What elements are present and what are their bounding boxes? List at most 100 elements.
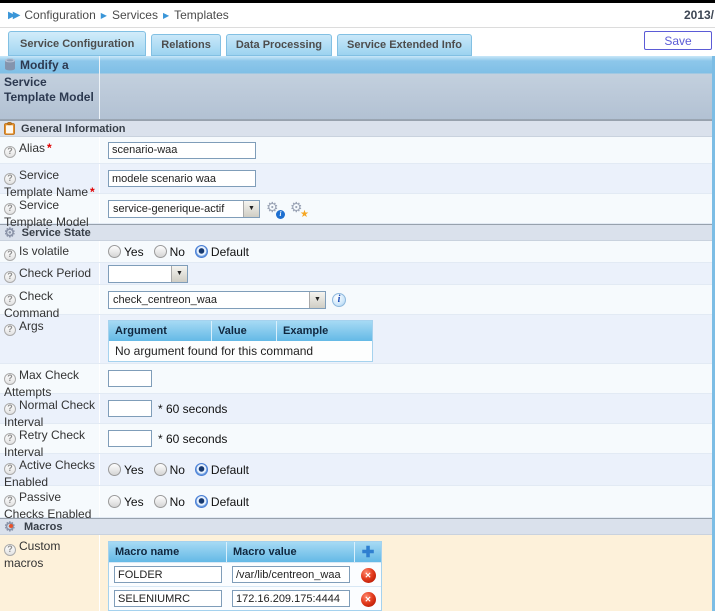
field-row-service-template-name: ?Service Template Name* — [0, 164, 712, 194]
template-edit-gear-icon[interactable]: ⚙ ★ — [290, 201, 308, 217]
help-icon[interactable]: ? — [4, 294, 16, 306]
delete-macro-icon[interactable]: ✕ — [361, 592, 376, 607]
field-row-max-check-attempts: ?Max Check Attempts — [0, 364, 712, 394]
macros-col-name: Macro name — [109, 542, 227, 562]
help-icon[interactable]: ? — [4, 463, 16, 475]
breadcrumb: ▶▶ Configuration ▶ Services ▶ Templates … — [0, 3, 715, 28]
radio-icon — [195, 495, 208, 508]
radio-label: Yes — [124, 463, 144, 477]
radio-icon — [195, 463, 208, 476]
retry-check-interval-label: ?Retry Check Interval — [0, 424, 100, 453]
max-check-attempts-label: ?Max Check Attempts — [0, 364, 100, 393]
macro-row: ✕ — [109, 586, 381, 610]
radio-option-default[interactable]: Default — [195, 463, 249, 477]
help-icon[interactable]: ? — [4, 495, 16, 507]
args-label: ?Args — [0, 315, 100, 363]
help-icon[interactable]: ? — [4, 271, 16, 283]
tab-data-processing[interactable]: Data Processing — [226, 34, 332, 56]
label-text: Args — [19, 319, 44, 333]
selected-value: service-generique-actif — [109, 201, 243, 217]
help-icon[interactable]: ? — [4, 544, 16, 556]
alias-label: ?Alias* — [0, 137, 100, 163]
help-icon[interactable]: ? — [4, 403, 16, 415]
tab-relations[interactable]: Relations — [151, 34, 221, 56]
radio-label: Yes — [124, 495, 144, 509]
radio-icon — [108, 495, 121, 508]
field-row-is-volatile: ?Is volatile Yes No Default — [0, 241, 712, 263]
selected-value: check_centreon_waa — [109, 292, 309, 308]
macro-name-input-0[interactable] — [114, 566, 222, 583]
radio-option-default[interactable]: Default — [195, 245, 249, 259]
tab-service-configuration[interactable]: Service Configuration — [8, 31, 146, 56]
add-macro-icon[interactable]: ✚ — [362, 544, 375, 561]
service-template-name-input[interactable] — [108, 170, 256, 187]
radio-label: Default — [211, 463, 249, 477]
macro-value-input-0[interactable] — [232, 566, 350, 583]
section-title: General Information — [21, 123, 126, 135]
radio-option-default[interactable]: Default — [195, 495, 249, 509]
field-row-normal-check-interval: ?Normal Check Interval * 60 seconds — [0, 394, 712, 424]
label-text: Check Period — [19, 266, 91, 280]
custom-macros-label: ?Custom macros — [0, 535, 100, 611]
field-row-passive-checks-enabled: ?Passive Checks Enabled Yes No Default — [0, 486, 712, 518]
radio-option-yes[interactable]: Yes — [108, 463, 144, 477]
normal-check-interval-input[interactable] — [108, 400, 152, 417]
radio-icon — [108, 245, 121, 258]
label-text: Is volatile — [19, 244, 69, 258]
breadcrumb-templates[interactable]: Templates — [174, 8, 229, 22]
check-period-select[interactable]: ▼ — [108, 265, 188, 283]
info-badge-icon: i — [276, 210, 285, 219]
help-icon[interactable]: ? — [4, 433, 16, 445]
field-row-active-checks-enabled: ?Active Checks Enabled Yes No Default — [0, 454, 712, 486]
radio-option-no[interactable]: No — [154, 245, 185, 259]
macros-table: Macro name Macro value ✚ ✕ — [108, 541, 382, 611]
service-template-model-select[interactable]: service-generique-actif ▼ — [108, 200, 260, 218]
dropdown-arrow-icon: ▼ — [171, 266, 187, 282]
help-icon[interactable]: ? — [4, 249, 16, 261]
service-template-name-label: ?Service Template Name* — [0, 164, 100, 193]
radio-option-yes[interactable]: Yes — [108, 245, 144, 259]
command-info-icon[interactable]: i — [332, 293, 346, 307]
field-row-args: ?Args Argument Value Example No argument… — [0, 315, 712, 364]
max-check-attempts-input[interactable] — [108, 370, 152, 387]
field-row-custom-macros: ?Custom macros Macro name Macro value ✚ — [0, 535, 712, 611]
save-button[interactable]: Save — [644, 31, 712, 50]
help-icon[interactable]: ? — [4, 324, 16, 336]
help-icon[interactable]: ? — [4, 173, 16, 185]
section-general-information: General Information — [0, 120, 712, 137]
normal-check-interval-label: ?Normal Check Interval — [0, 394, 100, 423]
selected-value — [109, 266, 171, 282]
centreon-config-screen: ▶▶ Configuration ▶ Services ▶ Templates … — [0, 0, 715, 612]
radio-icon — [108, 463, 121, 476]
field-row-service-template-model: ?Service Template Model service-generiqu… — [0, 194, 712, 224]
interval-suffix: * 60 seconds — [158, 402, 227, 416]
radio-option-no[interactable]: No — [154, 495, 185, 509]
breadcrumb-separator-icon: ▶ — [101, 11, 107, 20]
service-template-model-label: ?Service Template Model — [0, 194, 100, 223]
database-icon — [4, 58, 16, 75]
breadcrumb-services[interactable]: Services — [112, 8, 158, 22]
check-command-select[interactable]: check_centreon_waa ▼ — [108, 291, 326, 309]
template-info-gear-icon[interactable]: ⚙ i — [266, 201, 284, 217]
delete-macro-icon[interactable]: ✕ — [361, 568, 376, 583]
retry-check-interval-input[interactable] — [108, 430, 152, 447]
macro-name-input-1[interactable] — [114, 590, 222, 607]
radio-icon — [154, 463, 167, 476]
radio-icon — [154, 495, 167, 508]
macro-value-input-1[interactable] — [232, 590, 350, 607]
help-icon[interactable]: ? — [4, 146, 16, 158]
radio-label: Default — [211, 495, 249, 509]
alias-input[interactable] — [108, 142, 256, 159]
star-badge-icon: ★ — [300, 210, 309, 219]
radio-option-yes[interactable]: Yes — [108, 495, 144, 509]
tab-service-extended-info[interactable]: Service Extended Info — [337, 34, 472, 56]
required-marker: * — [47, 141, 52, 155]
help-icon[interactable]: ? — [4, 203, 16, 215]
help-icon[interactable]: ? — [4, 373, 16, 385]
breadcrumb-configuration[interactable]: Configuration — [24, 8, 95, 22]
dropdown-arrow-icon: ▼ — [243, 201, 259, 217]
passive-checks-label: ?Passive Checks Enabled — [0, 486, 100, 517]
dropdown-arrow-icon: ▼ — [309, 292, 325, 308]
radio-option-no[interactable]: No — [154, 463, 185, 477]
breadcrumb-separator-icon: ▶ — [163, 11, 169, 20]
